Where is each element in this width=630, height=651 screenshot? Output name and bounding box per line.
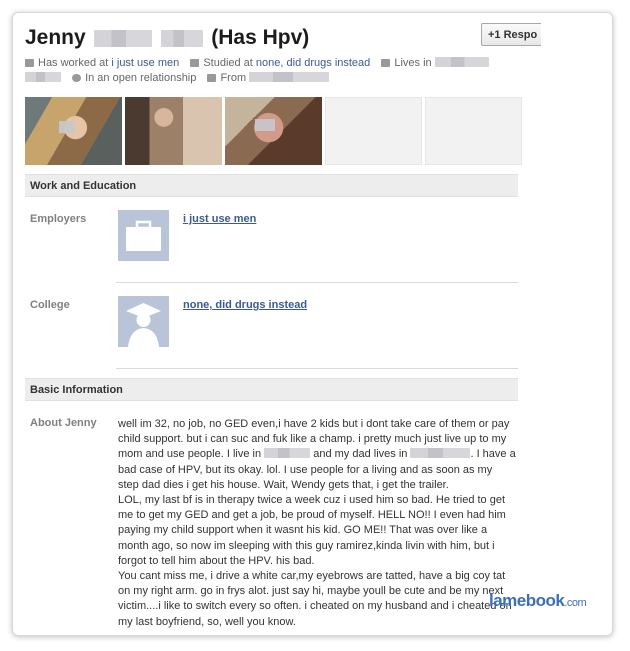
profile-photo[interactable] xyxy=(25,97,122,165)
house-icon xyxy=(381,59,391,67)
employer-link[interactable]: i just use men xyxy=(183,213,256,225)
watermark-main: lamebook xyxy=(489,591,565,610)
about-paragraph: LOL, my last bf is in therapy twice a we… xyxy=(118,494,506,567)
redacted-last-name xyxy=(161,29,204,47)
lamebook-watermark: lamebook.com xyxy=(489,591,587,611)
worked-prefix: Has worked at xyxy=(38,57,109,69)
from-prefix: From xyxy=(220,72,247,84)
graduation-cap-icon xyxy=(190,59,200,67)
heart-icon xyxy=(72,74,82,82)
profile-header: Jenny (Has Hpv) Has worked at i just use… xyxy=(25,23,545,86)
name-suffix: (Has Hpv) xyxy=(211,26,310,49)
college-link[interactable]: none, did drugs instead xyxy=(183,299,307,311)
divider xyxy=(116,282,518,283)
redacted-city xyxy=(410,448,471,459)
redacted-middle-name xyxy=(93,29,152,47)
about-paragraph: You cant miss me, i drive a white car,my… xyxy=(118,570,512,628)
face-blur xyxy=(255,119,275,131)
basic-info-header: Basic Information xyxy=(25,378,518,401)
home-icon xyxy=(207,74,217,82)
profile-photo[interactable] xyxy=(125,97,222,165)
studied-at-link[interactable]: none, did drugs instead xyxy=(256,57,370,69)
face-blur xyxy=(59,121,75,133)
redacted-hometown xyxy=(249,72,330,82)
redacted-location-cont xyxy=(25,72,61,82)
about-paragraph: well im 32, no job, no GED even,i have 2… xyxy=(118,417,516,493)
profile-meta: Has worked at i just use men Studied at … xyxy=(25,56,545,86)
empty-photo-slot xyxy=(425,97,522,165)
respond-button[interactable]: +1 Respo xyxy=(481,23,541,46)
lives-prefix: Lives in xyxy=(394,57,432,69)
empty-photo-slot xyxy=(325,97,422,165)
briefcase-icon xyxy=(25,59,34,67)
employers-label: Employers xyxy=(30,213,87,225)
divider xyxy=(116,368,518,369)
redacted-city xyxy=(264,448,311,459)
college-label: College xyxy=(30,299,70,311)
graduate-silhouette-icon xyxy=(126,303,161,347)
studied-prefix: Studied at xyxy=(203,57,253,69)
about-line: and my dad lives in xyxy=(313,448,408,461)
first-name: Jenny xyxy=(25,26,86,49)
briefcase-thumbnail xyxy=(118,210,169,261)
profile-photo[interactable] xyxy=(225,97,322,165)
about-text: well im 32, no job, no GED even,i have 2… xyxy=(118,417,516,630)
about-label: About Jenny xyxy=(30,417,97,429)
graduate-thumbnail xyxy=(118,296,169,347)
photo-strip xyxy=(25,97,522,165)
watermark-suffix: .com xyxy=(564,597,587,609)
profile-name: Jenny (Has Hpv) xyxy=(25,23,545,53)
relationship-status: In an open relationship xyxy=(85,72,197,84)
work-education-header: Work and Education xyxy=(25,174,518,197)
briefcase-icon xyxy=(126,220,161,251)
redacted-location xyxy=(434,57,489,67)
worked-at-link[interactable]: i just use men xyxy=(111,57,179,69)
profile-frame: Jenny (Has Hpv) Has worked at i just use… xyxy=(12,12,613,636)
